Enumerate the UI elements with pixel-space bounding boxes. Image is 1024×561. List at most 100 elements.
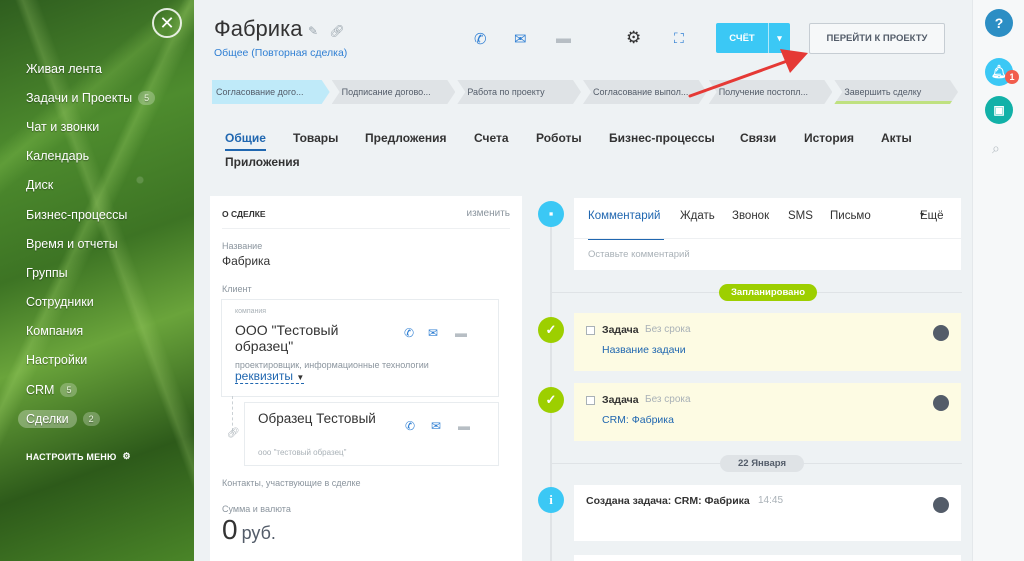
company-card: компания ООО "Тестовый образец" ✆ ✉ ▬ пр… [222,300,498,396]
tab-wait[interactable]: Ждать [680,210,715,222]
avatar[interactable] [933,325,949,341]
stage-item[interactable]: Подписание догово... [332,80,456,104]
stage-item[interactable]: Согласование дого... [212,80,330,104]
contact-link-line [232,396,233,431]
task-title: Задача [602,324,639,336]
edit-link[interactable]: изменить [466,208,510,219]
help-button[interactable]: ? [985,9,1013,37]
sidebar-item-label: CRM [26,382,55,397]
notification-count: 1 [1005,70,1019,84]
message-icon[interactable]: ▣ [985,96,1013,124]
close-menu-icon[interactable]: ✕ [152,8,182,38]
gear-icon[interactable]: ⚙ [626,28,641,48]
stage-item-finish[interactable]: Завершить сделку [834,80,958,104]
count-badge: 2 [82,411,100,426]
sidebar-item-employees[interactable]: Сотрудники [26,288,155,317]
sidebar-item-chat[interactable]: Чат и звонки [26,112,155,141]
chevron-down-icon[interactable]: ▾ [768,23,790,53]
task-link[interactable]: Название задачи [602,344,686,356]
sidebar-item-feed[interactable]: Живая лента [26,54,155,83]
date-badge: 22 Января [720,455,804,472]
deal-info-card: О СДЕЛКЕ изменить Название Фабрика Клиен… [210,196,522,561]
invoice-button-label: СЧЁТ [729,32,755,44]
deal-amount: 0 руб. [222,514,276,546]
avatar[interactable] [933,395,949,411]
stage-bar: Согласование дого... Подписание догово..… [212,80,960,104]
company-type-label: компания [235,308,267,315]
tab-acts[interactable]: Акты [881,131,912,145]
comment-input[interactable]: Оставьте комментарий [588,249,690,260]
sidebar-item-label: Сделки [18,409,77,428]
go-to-project-button[interactable]: ПЕРЕЙТИ К ПРОЕКТУ [809,23,945,54]
mail-icon[interactable]: ✉ [514,30,527,48]
tab-apps[interactable]: Приложения [225,155,300,169]
expand-icon[interactable]: ⛶ [674,30,684,47]
tab-bizproc[interactable]: Бизнес-процессы [609,131,715,145]
sidebar-menu: Живая лента Задачи и Проекты 5 Чат и звон… [18,54,156,462]
tab-email[interactable]: Письмо [830,210,871,222]
sidebar-item-deals[interactable]: Сделки 2 [18,404,155,433]
tab-robots[interactable]: Роботы [536,131,582,145]
sidebar-item-tasks[interactable]: Задачи и Проекты 5 [26,83,156,112]
avatar[interactable] [933,497,949,513]
sidebar-item-label: Настройки [26,353,88,368]
invoice-button[interactable]: СЧЁТ ▾ [716,23,790,53]
chat-icon[interactable]: ▬ [455,326,467,340]
tab-call[interactable]: Звонок [732,210,769,222]
task-card: Задача Без срока CRM: Фабрика [574,383,961,441]
sidebar-item-crm[interactable]: CRM 5 [26,375,155,404]
phone-icon[interactable]: ✆ [404,326,414,340]
sidebar-item-label: Чат и звонки [26,119,100,134]
sidebar-item-label: Время и отчеты [26,236,118,251]
tab-history[interactable]: История [804,131,854,145]
currency-label: руб. [241,523,276,543]
tab-comment[interactable]: Комментарий [588,210,660,222]
sidebar-item-company[interactable]: Компания [26,317,155,346]
search-icon[interactable]: ⌕ [992,140,1000,157]
configure-menu-button[interactable]: НАСТРОИТЬ МЕНЮ ⚙ [26,451,155,462]
contact-company: ооо "тестовый образец" [258,448,347,457]
stage-item[interactable]: Согласование выпол... [583,80,707,104]
task-card: Задача Без срока Название задачи [574,313,961,371]
chat-icon[interactable]: ▬ [556,30,571,47]
sidebar-item-label: Диск [26,178,54,193]
sidebar-item-disk[interactable]: Диск [26,171,155,200]
tab-links[interactable]: Связи [740,131,776,145]
edit-pencil-icon[interactable]: ✎ [308,24,318,38]
count-badge: 5 [60,382,78,397]
event-title[interactable]: Создана задача: CRM: Фабрика [586,495,750,507]
mail-icon[interactable]: ✉ [431,419,441,433]
deal-category-link[interactable]: Общее (Повторная сделка) [214,47,347,59]
tab-sms[interactable]: SMS [788,210,813,222]
stage-item[interactable]: Получение постопл... [709,80,833,104]
configure-menu-label: НАСТРОИТЬ МЕНЮ [26,451,117,462]
page-title: Фабрика [214,16,303,41]
link-icon[interactable]: 🔗︎ [329,24,344,38]
phone-icon[interactable]: ✆ [405,419,415,433]
tab-invoices[interactable]: Счета [474,131,509,145]
sidebar-item-calendar[interactable]: Календарь [26,142,155,171]
task-checkbox[interactable] [586,326,595,335]
contact-name[interactable]: Образец Тестовый [258,411,378,427]
stage-item[interactable]: Работа по проекту [457,80,581,104]
task-link[interactable]: CRM: Фабрика [602,414,674,426]
sidebar-item-groups[interactable]: Группы [26,258,155,287]
tab-products[interactable]: Товары [293,131,338,145]
planned-badge: Запланировано [719,284,817,301]
tab-general[interactable]: Общие [225,131,266,151]
link-icon: 🔗︎ [227,428,240,439]
event-time: 14:45 [758,495,784,506]
chat-icon[interactable]: ▬ [458,419,470,433]
sidebar-item-settings[interactable]: Настройки [26,346,155,375]
tab-quotes[interactable]: Предложения [365,131,447,145]
caret-down-icon: ▼ [296,373,305,382]
divider [222,228,510,229]
phone-icon[interactable]: ✆ [474,30,487,48]
requisites-dropdown[interactable]: реквизиты ▼ [235,369,305,384]
count-badge: 5 [138,90,156,105]
sidebar-item-time[interactable]: Время и отчеты [26,229,155,258]
company-name[interactable]: ООО "Тестовый образец" [235,322,395,354]
sidebar-item-bizproc[interactable]: Бизнес-процессы [26,200,155,229]
task-checkbox[interactable] [586,396,595,405]
mail-icon[interactable]: ✉ [428,326,438,340]
